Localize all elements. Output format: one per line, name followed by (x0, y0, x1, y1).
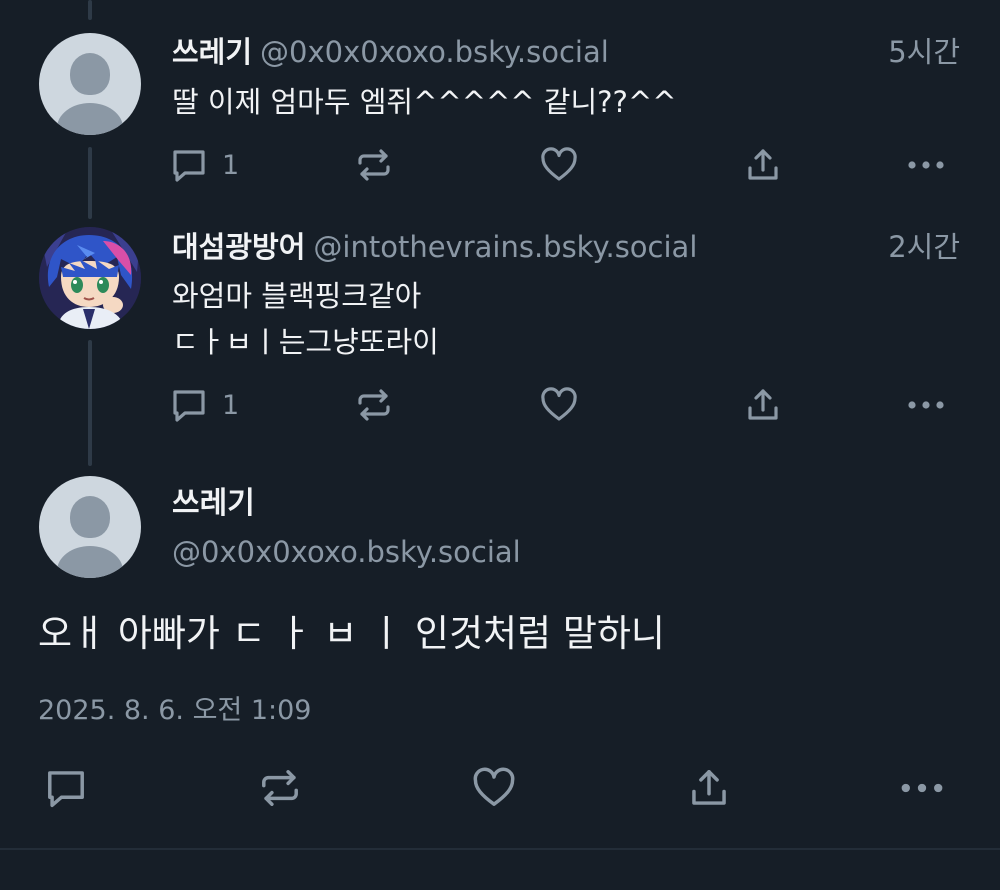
more-button[interactable] (906, 143, 946, 187)
author-name[interactable]: 쓰레기 (172, 35, 252, 69)
share-icon (748, 149, 778, 180)
reply-count: 1 (222, 149, 240, 181)
repost-icon (358, 149, 390, 181)
repost-button[interactable] (256, 766, 304, 810)
author-name[interactable]: 쓰레기 (172, 484, 255, 524)
author-name[interactable]: 대섬광방어 (172, 230, 305, 264)
post-header: 대섬광방어 @intothevrains.bsky.social (172, 227, 962, 267)
divider (0, 848, 1000, 850)
share-button[interactable] (744, 143, 782, 187)
repost-icon (262, 770, 298, 806)
reply-button[interactable]: 1 (170, 143, 239, 187)
share-icon (748, 389, 778, 420)
author-handle[interactable]: @0x0x0xoxo.bsky.social (172, 532, 521, 572)
heart-icon (541, 387, 577, 421)
more-icon (901, 783, 943, 793)
avatar[interactable] (39, 476, 141, 578)
post-time[interactable]: 2시간 (888, 227, 960, 267)
thread-line (88, 0, 92, 20)
reply-icon (173, 150, 205, 182)
more-button[interactable] (906, 383, 946, 427)
repost-icon (358, 389, 390, 421)
anime-character-avatar-icon (39, 227, 141, 329)
reply-button[interactable] (42, 766, 90, 810)
post-text: 오ㅐ 아빠가 ㄷ ㅏ ㅂ ㅣ 인것처럼 말하니 (38, 612, 665, 655)
post-header: 쓰레기 @0x0x0xoxo.bsky.social (172, 32, 962, 72)
reply-count: 1 (222, 389, 240, 421)
more-icon (908, 161, 944, 169)
post-text-line-1: 와엄마 블랙핑크같아 (172, 279, 422, 313)
post-time[interactable]: 5시간 (888, 32, 960, 72)
share-button[interactable] (744, 383, 782, 427)
share-icon (692, 770, 726, 805)
heart-icon (473, 767, 515, 806)
action-bar: 1 (0, 143, 1000, 187)
avatar[interactable] (39, 227, 141, 329)
author-handle[interactable]: @intothevrains.bsky.social (313, 230, 697, 264)
like-button[interactable] (540, 143, 578, 187)
post-timestamp: 2025. 8. 6. 오전 1:09 (38, 695, 312, 726)
action-bar (0, 766, 1000, 810)
repost-button[interactable] (355, 143, 393, 187)
reply-button[interactable]: 1 (170, 383, 239, 427)
action-bar: 1 (0, 383, 1000, 427)
share-button[interactable] (685, 766, 733, 810)
author-handle[interactable]: @0x0x0xoxo.bsky.social (260, 35, 609, 69)
like-button[interactable] (540, 383, 578, 427)
more-button[interactable] (898, 766, 946, 810)
avatar[interactable] (39, 33, 141, 135)
reply-icon (173, 390, 205, 422)
repost-button[interactable] (355, 383, 393, 427)
post-text-line-2: ㄷㅏㅂㅣ는그냥또라이 (172, 325, 439, 359)
post-text: 딸 이제 엄마두 엠쥐^^^^^ 같니??^^ (172, 85, 677, 119)
reply-icon (48, 771, 84, 808)
like-button[interactable] (470, 766, 518, 810)
thread-view: 쓰레기 @0x0x0xoxo.bsky.social 5시간 딸 이제 엄마두 엠… (0, 0, 1000, 890)
default-avatar-icon (70, 496, 110, 538)
heart-icon (541, 147, 577, 181)
default-avatar-icon (70, 53, 110, 95)
more-icon (908, 401, 944, 409)
